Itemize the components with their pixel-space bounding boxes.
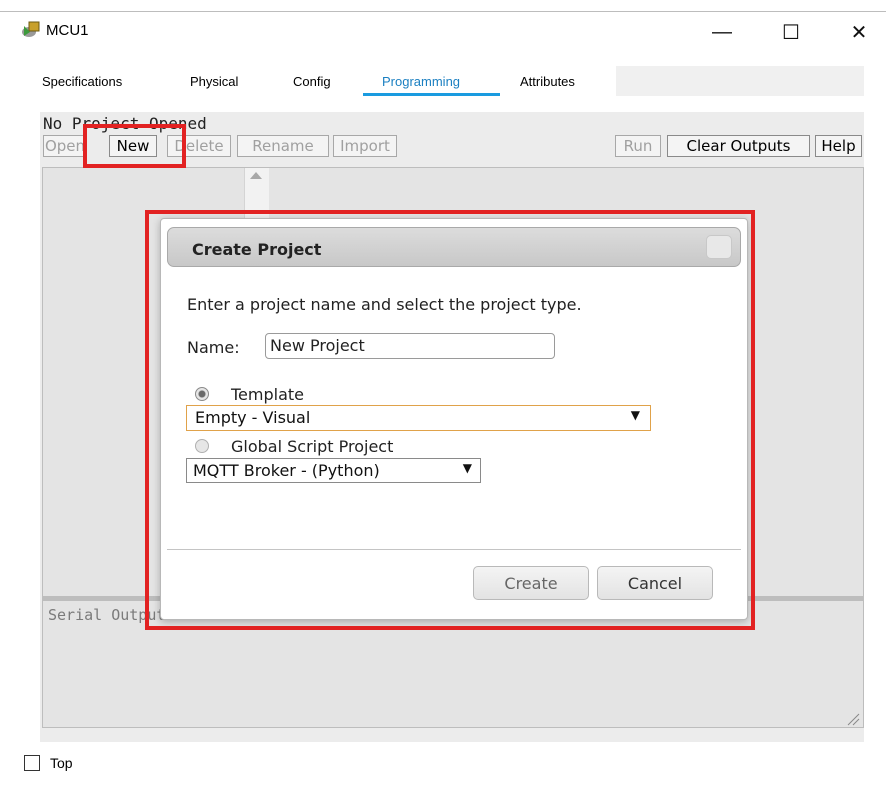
highlight-box-dialog: [145, 210, 755, 630]
tab-attributes[interactable]: Attributes: [520, 74, 575, 89]
close-button[interactable]: ✕: [836, 16, 882, 48]
clear-outputs-button[interactable]: Clear Outputs: [667, 135, 810, 157]
scroll-up-arrow-icon[interactable]: [250, 172, 262, 179]
maximize-button[interactable]: ☐: [768, 16, 814, 48]
minimize-button[interactable]: —: [699, 16, 745, 48]
highlight-box-new: [83, 124, 186, 168]
tab-config[interactable]: Config: [293, 74, 331, 89]
top-checkbox[interactable]: [24, 755, 40, 771]
maximize-icon: ☐: [782, 21, 800, 44]
rename-button[interactable]: Rename: [237, 135, 329, 157]
help-button[interactable]: Help: [815, 135, 862, 157]
resize-grip-icon[interactable]: [846, 712, 860, 726]
run-button[interactable]: Run: [615, 135, 661, 157]
active-tab-indicator: [363, 93, 500, 96]
mcu-device-icon: [22, 21, 40, 37]
tab-physical[interactable]: Physical: [190, 74, 238, 89]
title-bar: MCU1 — ☐ ✕: [0, 12, 886, 52]
import-button[interactable]: Import: [333, 135, 397, 157]
top-label: Top: [50, 755, 73, 771]
tab-strip-filler: [616, 66, 864, 96]
close-icon: ✕: [850, 21, 868, 44]
tab-specifications[interactable]: Specifications: [42, 74, 122, 89]
tab-programming[interactable]: Programming: [382, 74, 460, 89]
open-button[interactable]: Open: [43, 135, 87, 157]
tab-bar: Specifications Physical Config Programmi…: [30, 66, 616, 96]
window-title: MCU1: [46, 22, 89, 39]
minimize-icon: —: [712, 20, 732, 43]
